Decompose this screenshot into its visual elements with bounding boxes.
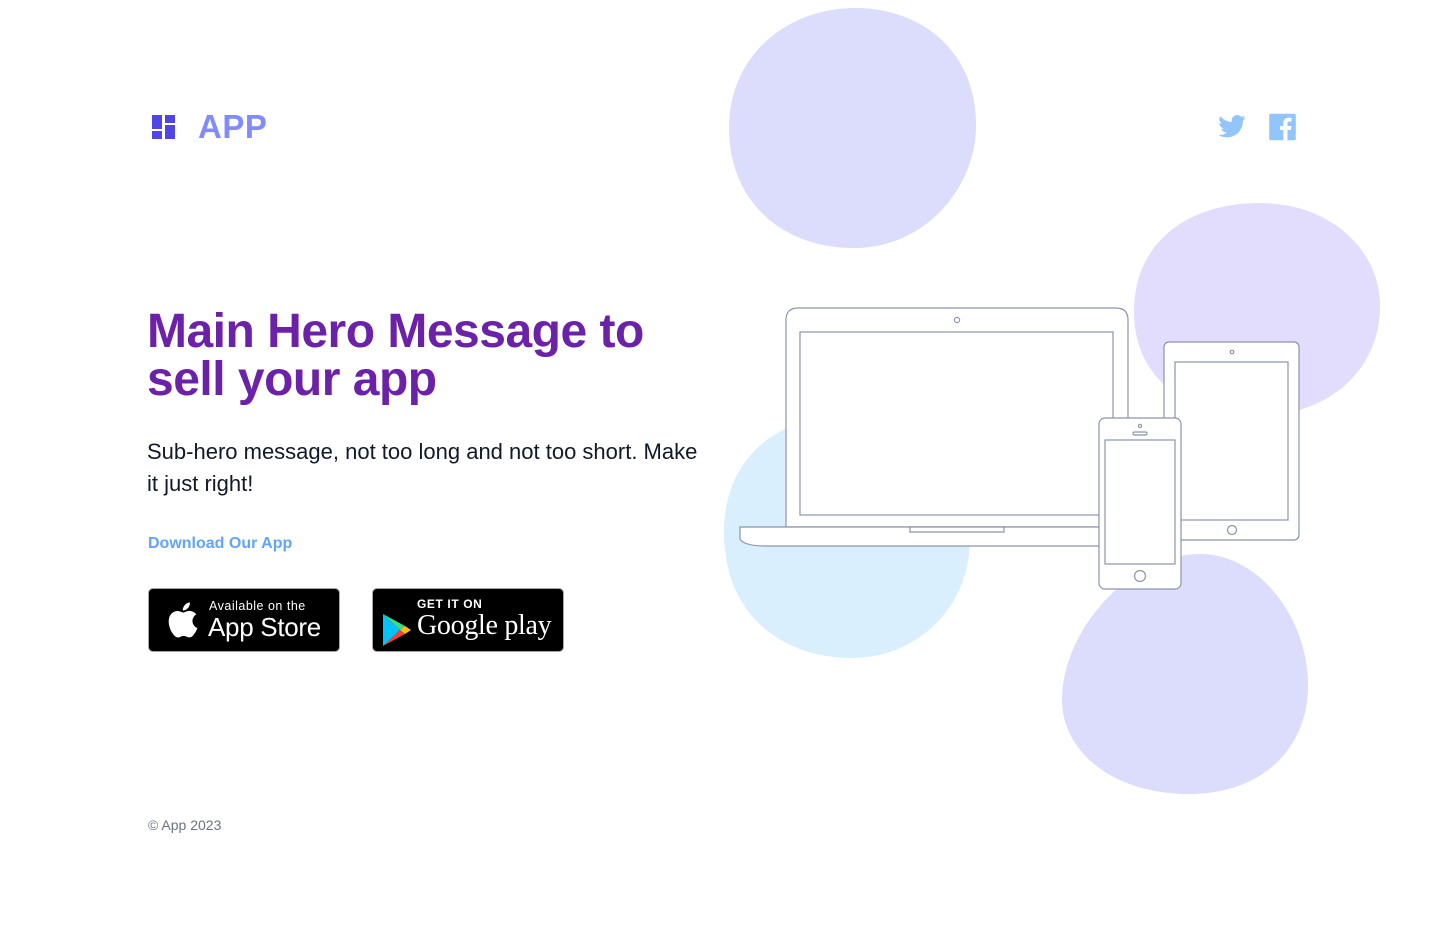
brand-name: APP [198, 108, 268, 145]
twitter-link[interactable] [1216, 112, 1248, 142]
blob-top [728, 8, 976, 249]
hero-subtitle: Sub-hero message, not too long and not t… [147, 439, 698, 496]
app-store-button[interactable]: Available on the App Store [148, 588, 340, 652]
devices-illustration [739, 307, 1300, 590]
apple-icon [168, 602, 198, 638]
google-play-icon [383, 614, 411, 646]
app-store-small-label: Available on the [209, 599, 306, 613]
google-play-big-label: Google play [417, 610, 552, 641]
brand-logo[interactable]: APP [148, 108, 267, 146]
facebook-link[interactable] [1268, 112, 1297, 142]
google-play-small-label: GET IT ON [417, 597, 483, 611]
google-play-button[interactable]: GET IT ON Google play [372, 588, 564, 652]
facebook-icon [1269, 113, 1296, 141]
twitter-icon [1218, 115, 1246, 138]
copyright: © App 2023 [148, 817, 222, 833]
download-label: Download Our App [148, 535, 293, 552]
hero-title: Main Hero Message to sell your app [147, 305, 644, 406]
dashboard-grid-icon [152, 115, 175, 139]
app-store-big-label: App Store [208, 612, 321, 642]
